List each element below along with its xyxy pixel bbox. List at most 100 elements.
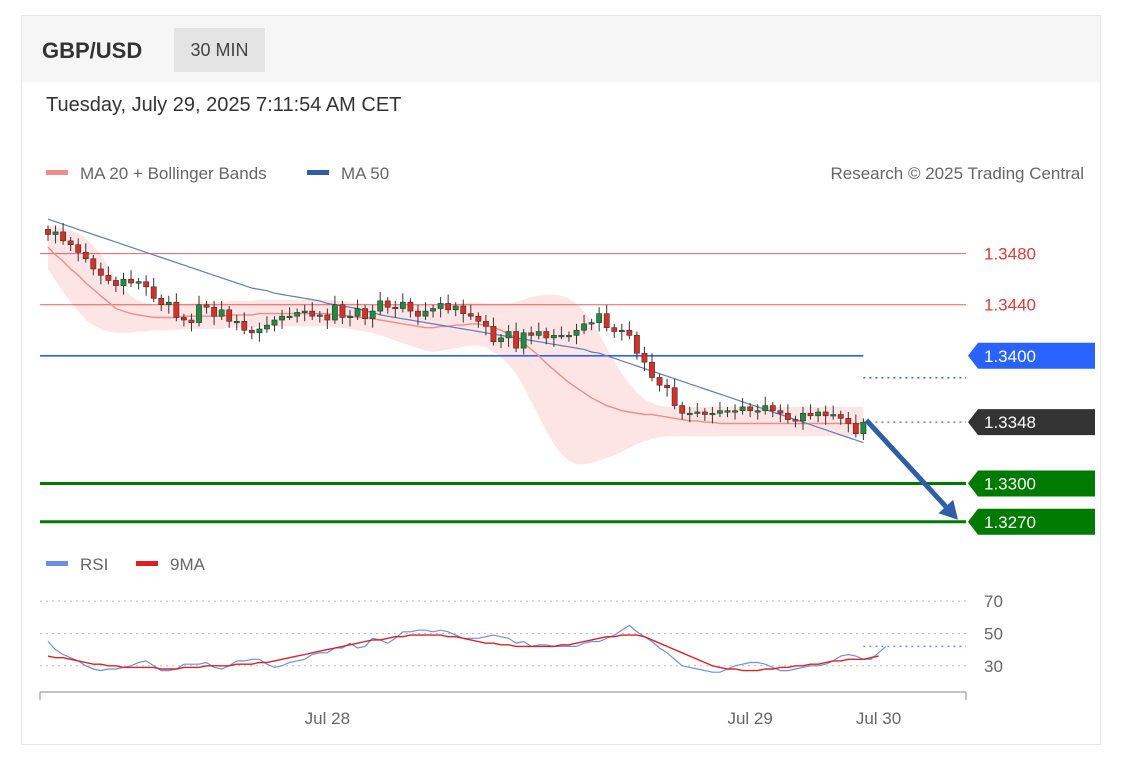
candle-body: [830, 414, 837, 417]
candle-body: [324, 314, 331, 321]
rsi-level-label: 50: [984, 624, 1003, 643]
candle-body: [732, 410, 738, 413]
candle-body: [656, 377, 663, 386]
candle-body: [82, 252, 89, 260]
candle-body: [694, 411, 701, 414]
candle-body: [475, 315, 482, 322]
ma50-legend-swatch: [307, 170, 329, 175]
candle-body: [498, 337, 504, 343]
candle-body: [188, 319, 195, 323]
candle-body: [784, 412, 791, 420]
candle-body: [377, 300, 384, 312]
candle-body: [301, 310, 308, 313]
candle-body: [339, 304, 346, 318]
forecast-arrow: [864, 418, 958, 520]
candle-body: [822, 411, 829, 417]
bollinger-band-area: [48, 225, 864, 465]
candle-body: [679, 405, 686, 414]
candle-body: [45, 229, 51, 235]
candle-body: [558, 335, 565, 338]
candle-body: [800, 412, 806, 422]
candle-body: [241, 321, 248, 331]
candle-body: [837, 414, 844, 419]
candle-body: [482, 321, 489, 327]
candle-body: [535, 331, 542, 336]
candle-body: [309, 310, 316, 317]
rsi-legend: RSI 9MA: [46, 555, 206, 574]
ma9-legend-label: 9MA: [170, 555, 206, 574]
candle-body: [135, 281, 142, 284]
candle-body: [724, 410, 731, 413]
candle-body: [852, 423, 859, 434]
candle-body: [445, 303, 452, 311]
candle-body: [505, 331, 512, 339]
candle-body: [415, 310, 421, 317]
candle-body: [384, 300, 391, 308]
level-label-1.3270: 1.3270: [984, 513, 1036, 532]
candle-body: [528, 332, 535, 336]
candle-body: [792, 419, 799, 422]
candle-body: [226, 309, 233, 322]
candle-body: [75, 244, 82, 253]
level-label-1.3480: 1.3480: [984, 245, 1036, 264]
candle-body: [754, 410, 761, 413]
candle-body: [633, 335, 640, 354]
candle-body: [566, 335, 572, 338]
candle-body: [211, 306, 217, 317]
candle-body: [626, 329, 633, 336]
x-tick-label: Jul 29: [727, 709, 772, 728]
candle-body: [437, 303, 444, 309]
level-label-1.3440: 1.3440: [984, 296, 1036, 315]
candle-body: [860, 421, 867, 434]
rsi-level-label: 70: [984, 592, 1003, 611]
candle-body: [430, 308, 436, 312]
candle-body: [399, 301, 406, 309]
forecast-arrow-shaft: [864, 418, 948, 509]
ma9-legend-swatch: [136, 561, 158, 566]
candle-body: [709, 412, 716, 416]
candle-body: [490, 326, 497, 343]
candle-body: [120, 278, 127, 286]
candle-body: [271, 319, 278, 326]
candle-body: [181, 317, 187, 321]
candle-body: [90, 258, 97, 270]
candle-body: [611, 327, 618, 332]
price-chart: MA 20 + Bollinger Bands MA 50 Research ©…: [39, 164, 1095, 728]
candle-body: [52, 231, 59, 235]
candle-body: [218, 309, 225, 317]
candle-body: [128, 278, 134, 284]
candle-body: [67, 240, 74, 245]
level-label-1.3400: 1.3400: [984, 347, 1036, 366]
candle-body: [701, 411, 708, 415]
candle-body: [354, 308, 361, 317]
ma50-legend-label: MA 50: [341, 164, 389, 183]
x-axis: Jul 28 Jul 29 Jul 30: [39, 691, 967, 728]
main-legend: MA 20 + Bollinger Bands MA 50 Research ©…: [46, 164, 1084, 183]
candle-body: [369, 310, 376, 320]
candle-body: [596, 313, 603, 323]
candle-body: [815, 411, 821, 417]
candle-body: [97, 268, 104, 276]
price-levels: [40, 253, 966, 524]
candle-body: [573, 329, 580, 336]
candle-body: [550, 335, 557, 339]
level-labels: 1.3480 1.3440 1.3400 1.3348 1.3300 1.3270: [968, 245, 1095, 535]
candle-body: [316, 314, 323, 317]
candle-body: [717, 410, 723, 414]
candle-body: [264, 324, 270, 330]
level-label-1.3300: 1.3300: [984, 474, 1036, 493]
x-tick-label: Jul 30: [856, 709, 901, 728]
candle-body: [256, 328, 263, 334]
rsi-panel: 70 50 30: [40, 592, 1003, 676]
candle-body: [165, 301, 172, 306]
candle-body: [618, 329, 625, 333]
candle-body: [543, 331, 550, 339]
candle-body: [286, 315, 293, 319]
candle-body: [513, 331, 519, 349]
candle-body: [452, 305, 459, 311]
candle-body: [347, 315, 353, 319]
candle-body: [407, 301, 414, 312]
candle-body: [762, 405, 769, 411]
candle-body: [331, 304, 338, 321]
ma20-legend-swatch: [46, 170, 68, 175]
